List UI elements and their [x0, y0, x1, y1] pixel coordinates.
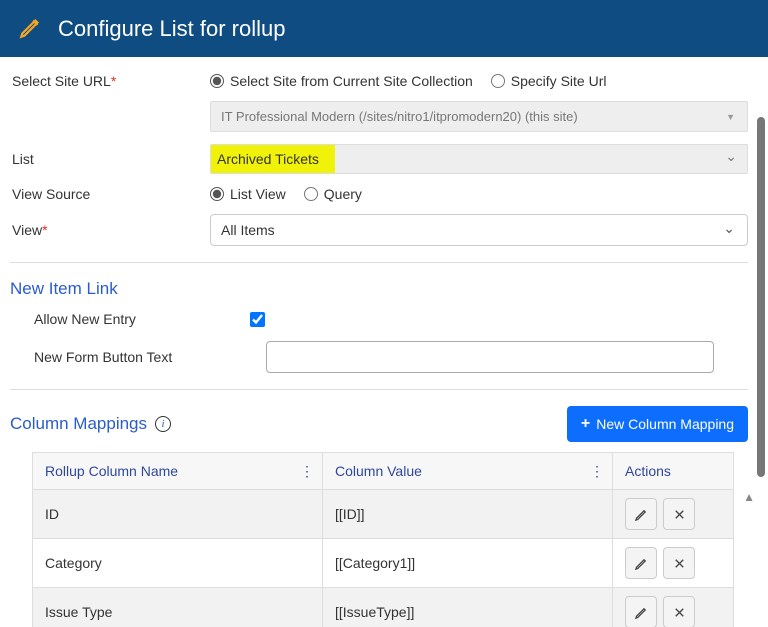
cell-actions [613, 588, 733, 627]
cell-name: ID [33, 490, 323, 538]
new-form-button-text-input[interactable] [266, 341, 714, 373]
dialog-body: Select Site URL* Select Site from Curren… [0, 57, 768, 627]
edit-button[interactable] [625, 596, 657, 627]
info-icon[interactable]: i [155, 416, 171, 432]
cell-name: Issue Type [33, 588, 323, 627]
allow-new-entry-checkbox[interactable] [250, 312, 265, 327]
column-menu-icon[interactable]: ⋮ [590, 463, 604, 480]
radio-list-view[interactable]: List View [210, 186, 286, 202]
col-value[interactable]: Column Value ⋮ [323, 453, 613, 489]
table-row: Category[[Category1]] [33, 538, 733, 587]
radio-site-collection[interactable]: Select Site from Current Site Collection [210, 73, 473, 89]
edit-button[interactable] [625, 498, 657, 530]
radio-query[interactable]: Query [304, 186, 362, 202]
divider [10, 262, 748, 263]
col-actions: Actions [613, 453, 733, 489]
site-url-label: Select Site URL* [10, 73, 210, 89]
edit-button[interactable] [625, 547, 657, 579]
dialog-header: Configure List for rollup [0, 0, 768, 57]
column-mappings-title: Column Mappings i [10, 414, 171, 434]
new-form-button-text-label: New Form Button Text [10, 349, 266, 365]
delete-button[interactable] [663, 547, 695, 579]
list-label: List [10, 151, 210, 167]
grid-scroll-up-icon[interactable]: ▲ [743, 490, 755, 504]
delete-button[interactable] [663, 498, 695, 530]
divider [10, 389, 748, 390]
cell-value: [[ID]] [323, 490, 613, 538]
new-column-mapping-button[interactable]: + New Column Mapping [567, 406, 748, 442]
new-item-link-title: New Item Link [10, 279, 748, 299]
table-row: Issue Type[[IssueType]] [33, 587, 733, 627]
col-rollup-name[interactable]: Rollup Column Name ⋮ [33, 453, 323, 489]
radio-specify-url[interactable]: Specify Site Url [491, 73, 607, 89]
cell-name: Category [33, 539, 323, 587]
cell-value: [[Category1]] [323, 539, 613, 587]
site-select[interactable]: IT Professional Modern (/sites/nitro1/it… [210, 101, 748, 132]
dialog-title: Configure List for rollup [58, 16, 285, 42]
view-label: View* [10, 222, 210, 238]
cell-value: [[IssueType]] [323, 588, 613, 627]
table-row: ID[[ID]] [33, 489, 733, 538]
plus-icon: + [581, 415, 590, 433]
view-select[interactable]: All Items [210, 214, 748, 246]
scrollbar[interactable] [757, 117, 765, 477]
list-select[interactable]: Archived Tickets [210, 144, 748, 174]
view-source-label: View Source [10, 186, 210, 202]
allow-new-entry-label: Allow New Entry [10, 311, 250, 327]
column-menu-icon[interactable]: ⋮ [300, 463, 314, 480]
grid-header: Rollup Column Name ⋮ Column Value ⋮ Acti… [33, 453, 733, 489]
cell-actions [613, 490, 733, 538]
column-mappings-grid: Rollup Column Name ⋮ Column Value ⋮ Acti… [32, 452, 734, 627]
pencil-icon [18, 14, 44, 43]
delete-button[interactable] [663, 596, 695, 627]
cell-actions [613, 539, 733, 587]
